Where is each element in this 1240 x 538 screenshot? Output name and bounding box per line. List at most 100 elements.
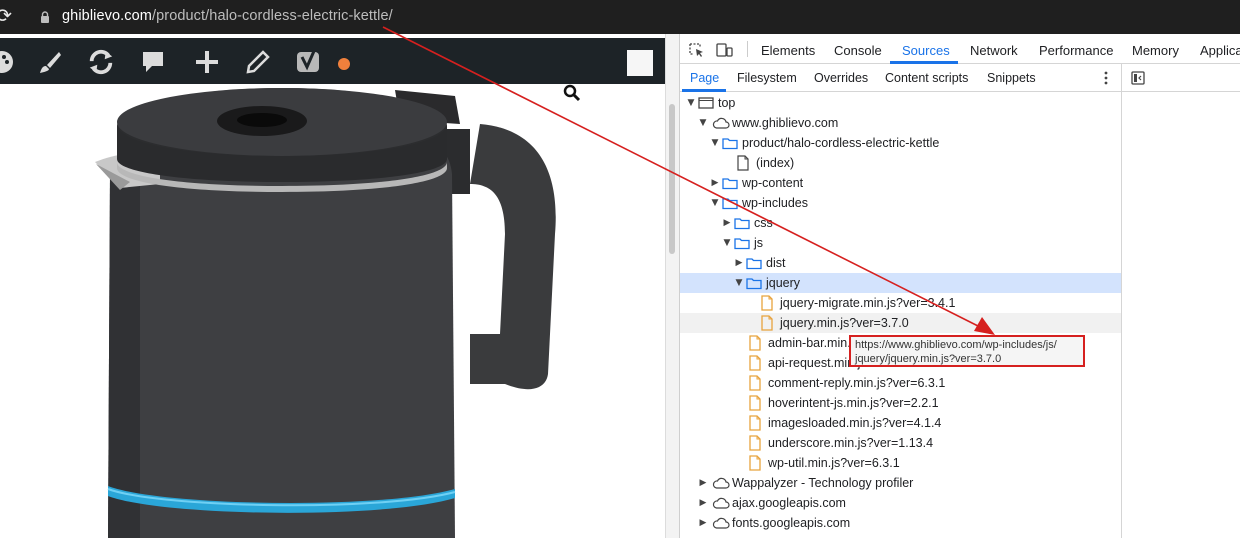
tree-item[interactable]: underscore.min.js?ver=1.13.4 [680, 433, 1121, 453]
document-icon [736, 155, 752, 171]
folder-icon [722, 176, 738, 190]
active-subtab-indicator [682, 89, 726, 92]
tab-elements[interactable]: Elements [761, 43, 815, 58]
collapse-triangle-icon[interactable]: ▼ [722, 233, 732, 253]
tree-item[interactable]: jquery.min.js?ver=3.7.0 [680, 313, 1121, 333]
editor-pane-header [1122, 64, 1240, 92]
js-file-icon [748, 335, 764, 351]
tree-item[interactable]: ▶ ajax.googleapis.com [680, 493, 1121, 513]
tree-item[interactable]: ▶ fonts.googleapis.com [680, 513, 1121, 533]
expand-triangle-icon[interactable]: ▶ [734, 253, 744, 273]
tree-item[interactable]: (index) [680, 153, 1121, 173]
expand-triangle-icon[interactable]: ▶ [698, 513, 708, 533]
folder-icon [734, 236, 750, 250]
product-image [95, 88, 556, 538]
tree-item-label: hoverintent-js.min.js?ver=2.2.1 [768, 396, 939, 410]
expand-triangle-icon[interactable]: ▶ [710, 173, 720, 193]
cloud-icon [712, 496, 730, 510]
collapse-triangle-icon[interactable]: ▼ [698, 113, 708, 133]
tree-item[interactable]: ▼ wp-includes [680, 193, 1121, 213]
js-file-icon [748, 455, 764, 471]
subtab-snippets[interactable]: Snippets [987, 71, 1036, 85]
search-icon[interactable] [563, 84, 581, 102]
subtab-filesystem[interactable]: Filesystem [737, 71, 797, 85]
cloud-icon [712, 476, 730, 490]
tree-item-label: (index) [756, 156, 795, 170]
tree-item-label: admin-bar.min.js [768, 336, 860, 350]
cloud-icon [712, 116, 730, 130]
js-file-icon [760, 295, 776, 311]
scrollbar-thumb[interactable] [669, 104, 675, 254]
expand-triangle-icon[interactable]: ▶ [722, 213, 732, 233]
tree-item[interactable]: ▶ wp-content [680, 173, 1121, 193]
tree-item[interactable]: ▶ dist [680, 253, 1121, 273]
tree-item-label: wp-util.min.js?ver=6.3.1 [768, 456, 900, 470]
url-tooltip: https://www.ghiblievo.com/wp-includes/js… [849, 335, 1085, 367]
tree-item-label: ajax.googleapis.com [732, 496, 846, 510]
tree-item[interactable]: jquery-migrate.min.js?ver=3.4.1 [680, 293, 1121, 313]
brush-icon[interactable] [36, 48, 64, 76]
address-bar[interactable]: ⟳ ghiblievo.com/product/halo-cordless-el… [0, 0, 1240, 34]
toolbar-square[interactable] [627, 50, 653, 76]
tree-item[interactable]: ▶ Wappalyzer - Technology profiler [680, 473, 1121, 493]
palette-icon[interactable] [0, 48, 16, 76]
cloud-icon [712, 516, 730, 530]
collapse-triangle-icon[interactable]: ▼ [710, 133, 720, 153]
pencil-icon[interactable] [244, 48, 272, 76]
tab-sources[interactable]: Sources [902, 43, 950, 58]
pane-toggle-icon[interactable] [1131, 71, 1145, 85]
reload-icon[interactable]: ⟳ [0, 6, 14, 26]
comment-icon[interactable] [139, 48, 167, 76]
tree-item-label: jquery.min.js?ver=3.7.0 [780, 316, 909, 330]
editor-toolbar [0, 38, 665, 84]
tree-item[interactable]: imagesloaded.min.js?ver=4.1.4 [680, 413, 1121, 433]
tree-item-label: js [754, 236, 764, 250]
refresh-icon[interactable] [87, 48, 115, 76]
tree-item[interactable]: wp-util.min.js?ver=6.3.1 [680, 453, 1121, 473]
collapse-triangle-icon[interactable]: ▼ [710, 193, 720, 213]
js-file-icon [748, 415, 764, 431]
device-icon[interactable] [716, 43, 733, 57]
folder-icon [746, 256, 762, 270]
tree-item-label: jquery [766, 276, 801, 290]
collapse-triangle-icon[interactable]: ▼ [686, 93, 696, 113]
tab-application[interactable]: Applica [1200, 43, 1240, 58]
tree-item[interactable]: comment-reply.min.js?ver=6.3.1 [680, 373, 1121, 393]
frame-icon [698, 96, 714, 110]
tree-item[interactable]: ▼ www.ghiblievo.com [680, 113, 1121, 133]
inspect-icon[interactable] [689, 43, 704, 57]
collapse-triangle-icon[interactable]: ▼ [734, 273, 744, 293]
tree-item[interactable]: ▼ product/halo-cordless-electric-kettle [680, 133, 1121, 153]
subtab-page[interactable]: Page [690, 71, 719, 85]
folder-icon [734, 216, 750, 230]
web-page [0, 34, 665, 538]
tab-performance[interactable]: Performance [1039, 43, 1113, 58]
kebab-icon[interactable] [1101, 70, 1111, 86]
tree-item[interactable]: ▼ jquery [680, 273, 1121, 293]
tab-memory[interactable]: Memory [1132, 43, 1179, 58]
tree-item-label: fonts.googleapis.com [732, 516, 851, 530]
seo-status-dot [338, 58, 350, 70]
tree-item[interactable]: ▼ top [680, 93, 1121, 113]
subtab-overrides[interactable]: Overrides [814, 71, 868, 85]
tab-network[interactable]: Network [970, 43, 1018, 58]
tab-console[interactable]: Console [834, 43, 882, 58]
subtab-content-scripts[interactable]: Content scripts [885, 71, 968, 85]
tooltip-line-2: jquery/jquery.min.js?ver=3.7.0 [855, 353, 1002, 365]
tree-item-label: underscore.min.js?ver=1.13.4 [768, 436, 934, 450]
js-file-icon [748, 395, 764, 411]
tree-item[interactable]: ▼ js [680, 233, 1121, 253]
yoast-icon[interactable] [295, 48, 323, 76]
plus-icon[interactable] [193, 48, 221, 76]
url-text[interactable]: ghiblievo.com/product/halo-cordless-elec… [62, 8, 393, 24]
page-scrollbar[interactable] [665, 34, 679, 538]
tree-item-label: top [718, 96, 736, 110]
expand-triangle-icon[interactable]: ▶ [698, 473, 708, 493]
tree-item-label: wp-includes [742, 196, 809, 210]
tree-item[interactable]: ▶ css [680, 213, 1121, 233]
folder-icon [722, 136, 738, 150]
js-file-icon [748, 355, 764, 371]
tree-item[interactable]: hoverintent-js.min.js?ver=2.2.1 [680, 393, 1121, 413]
editor-pane [1121, 64, 1240, 538]
expand-triangle-icon[interactable]: ▶ [698, 493, 708, 513]
